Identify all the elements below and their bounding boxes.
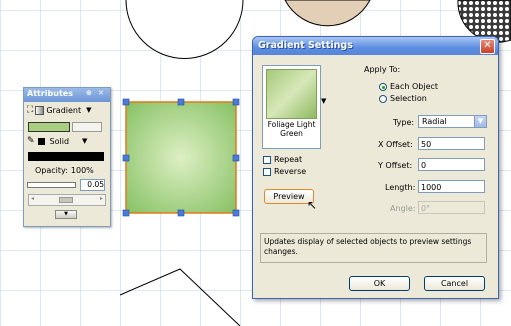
y-offset-label: Y Offset: [378,161,413,170]
paint-bucket-icon: ⛶ [27,105,34,115]
chevron-down-icon[interactable]: ▼ [82,137,87,145]
pen-icon: ✎ [27,136,35,146]
apply-selection-label: Selection [390,94,427,103]
gradient-settings-dialog: Gradient Settings ✕ Foliage Light Green … [252,36,499,299]
type-label: Type: [393,118,415,127]
dialog-title-bar[interactable]: Gradient Settings [253,37,498,55]
attributes-title: Attributes [27,89,73,98]
length-field[interactable]: 1000 [418,180,485,193]
attributes-title-bar[interactable]: Attributes ⊕ ✕ [24,88,110,102]
type-select[interactable]: Radial ▼ [418,115,487,128]
attributes-palette: Attributes ⊕ ✕ ⛶ Gradient ▼ ✎ Solid ▼ Op… [23,87,111,227]
scroll-right-icon[interactable]: ▸ [100,195,103,202]
apply-to-label: Apply To: [364,65,401,74]
palette-menu-icon[interactable]: ⊕ [86,89,92,97]
scroll-thumb[interactable] [59,197,73,203]
chevron-down-icon[interactable]: ▼ [86,106,91,114]
scroll-left-icon[interactable]: ◂ [31,195,34,202]
reverse-label: Reverse [274,167,307,176]
stroke-width-row: 0.05 [27,179,105,191]
reverse-checkbox[interactable] [263,168,271,176]
angle-label: Angle: [390,204,416,213]
x-offset-label: X Offset: [378,140,413,149]
apply-each-object-label: Each Object [390,82,439,91]
fill-type-dropdown[interactable]: Gradient [46,106,81,115]
ok-button[interactable]: OK [349,276,410,291]
fill-type-row: ⛶ Gradient ▼ [27,105,92,115]
y-offset-field[interactable]: 0 [418,158,485,171]
fill-color-extra[interactable] [72,122,102,132]
stroke-type-dropdown[interactable]: Solid [50,137,70,146]
length-label: Length: [385,183,416,192]
selected-gradient-square [125,101,237,214]
type-value: Radial [422,117,447,126]
close-icon[interactable]: ✕ [480,39,495,54]
palette-scroller[interactable]: ◂ ▸ [28,194,106,206]
gradient-dropdown-button[interactable]: ▼ [321,97,326,105]
cancel-button[interactable]: Cancel [424,276,485,291]
opacity-value: 100% [70,166,94,175]
stroke-type-row: ✎ Solid ▼ [27,136,87,146]
chevron-down-icon[interactable]: ▼ [474,116,486,127]
gradient-icon [35,105,45,115]
palette-expand-button[interactable]: ▼ [55,210,77,219]
opacity-label: Opacity: [35,166,68,175]
gradient-swatch [266,69,317,119]
palette-close-icon[interactable]: ✕ [98,89,104,97]
apply-each-object-radio[interactable] [379,83,387,91]
apply-selection-radio[interactable] [379,95,387,103]
gradient-preview[interactable]: Foliage Light Green [262,65,321,149]
stroke-color-swatch[interactable] [28,152,104,161]
fill-color-swatch[interactable] [28,122,70,132]
repeat-checkbox[interactable] [263,156,271,164]
stroke-width-field[interactable]: 0.05 [79,179,105,191]
angle-field: 0° [418,201,485,214]
gradient-name: Foliage Light Green [267,120,316,138]
mouse-cursor-icon: ↖ [307,198,318,212]
x-offset-field[interactable]: 50 [418,137,485,150]
stroke-width-slider[interactable] [27,182,76,188]
repeat-label: Repeat [274,155,303,164]
stroke-color-icon [37,137,45,145]
description-text: Updates display of selected objects to p… [260,233,487,263]
opacity-row: Opacity: 100% [35,166,94,175]
dialog-title: Gradient Settings [258,40,353,51]
